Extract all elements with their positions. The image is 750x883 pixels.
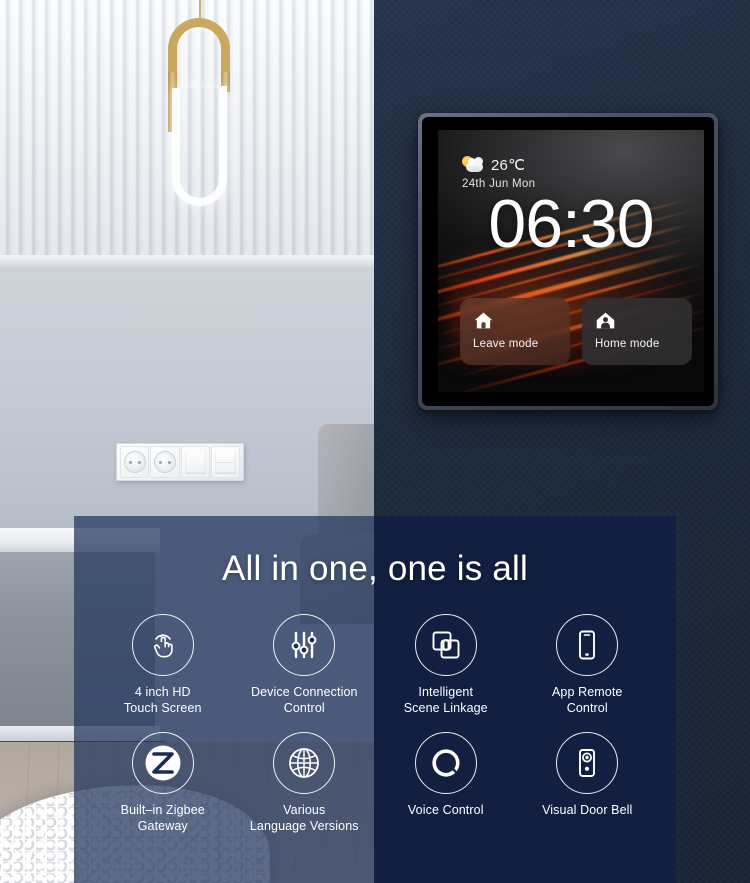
product-marketing-image: 26℃ 24th Jun Mon 06:30 Leave mode Home m… bbox=[0, 0, 750, 883]
feature-touch-screen[interactable]: 4 inch HD Touch Screen bbox=[92, 614, 234, 716]
socket-outlet-1 bbox=[120, 446, 150, 478]
clock-time: 06:30 bbox=[488, 186, 654, 262]
switch-panel-1 bbox=[180, 446, 210, 478]
touch-hand-icon bbox=[131, 614, 194, 676]
feature-language-versions[interactable]: Various Language Versions bbox=[234, 732, 376, 834]
zigbee-logo-icon bbox=[131, 732, 194, 795]
sliders-icon bbox=[273, 614, 336, 676]
feature-scene-linkage[interactable]: Intelligent Scene Linkage bbox=[375, 614, 517, 716]
voice-assistant-ring-icon bbox=[414, 732, 477, 795]
video-doorbell-icon bbox=[556, 732, 619, 795]
smartphone-icon bbox=[556, 614, 619, 676]
feature-label: Voice Control bbox=[407, 803, 484, 818]
page-title: All in one, one is all bbox=[222, 549, 528, 588]
sun-behind-cloud-icon bbox=[462, 156, 484, 174]
feature-label: Intelligent Scene Linkage bbox=[403, 685, 488, 715]
feature-voice-control[interactable]: Voice Control bbox=[375, 732, 517, 834]
feature-label: App Remote Control bbox=[552, 685, 623, 715]
pendant-lamp-arc bbox=[168, 18, 230, 78]
feature-label: 4 inch HD Touch Screen bbox=[123, 685, 202, 715]
leave-mode-card[interactable]: Leave mode bbox=[460, 298, 570, 365]
house-icon bbox=[473, 310, 494, 331]
smart-wall-panel[interactable]: 26℃ 24th Jun Mon 06:30 Leave mode Home m… bbox=[418, 113, 718, 410]
feature-device-connection[interactable]: Device Connection Control bbox=[234, 614, 376, 716]
feature-overlay-panel: All in one, one is all 4 inch HD Touch S bbox=[74, 516, 676, 883]
feature-label: Various Language Versions bbox=[249, 803, 359, 833]
feature-label: Visual Door Bell bbox=[542, 803, 633, 818]
panel-bezel: 26℃ 24th Jun Mon 06:30 Leave mode Home m… bbox=[422, 117, 714, 406]
home-mode-label: Home mode bbox=[595, 338, 660, 350]
panel-screen[interactable]: 26℃ 24th Jun Mon 06:30 Leave mode Home m… bbox=[438, 130, 704, 392]
leave-mode-label: Leave mode bbox=[473, 338, 539, 350]
person-in-house-icon bbox=[595, 310, 616, 331]
feature-zigbee-gateway[interactable]: Built–in Zigbee Gateway bbox=[92, 732, 234, 834]
globe-icon bbox=[273, 732, 336, 795]
home-mode-card[interactable]: Home mode bbox=[582, 298, 692, 365]
feature-label: Built–in Zigbee Gateway bbox=[120, 803, 205, 833]
feature-visual-door-bell[interactable]: Visual Door Bell bbox=[517, 732, 659, 834]
wall-ledge bbox=[0, 255, 374, 271]
mode-card-group: Leave mode Home mode bbox=[460, 298, 692, 365]
overlapping-squares-icon bbox=[414, 614, 477, 676]
feature-grid: 4 inch HD Touch Screen Device Connection… bbox=[92, 614, 658, 835]
feature-label: Device Connection Control bbox=[250, 685, 358, 715]
feature-app-remote[interactable]: App Remote Control bbox=[517, 614, 659, 716]
pendant-lamp-tube-right bbox=[219, 86, 227, 110]
weather-temperature: 26℃ bbox=[491, 157, 526, 174]
socket-outlet-2 bbox=[150, 446, 180, 478]
switch-panel-2 bbox=[210, 446, 240, 478]
weather-widget[interactable]: 26℃ bbox=[462, 156, 525, 174]
wall-socket-plate bbox=[116, 443, 244, 481]
